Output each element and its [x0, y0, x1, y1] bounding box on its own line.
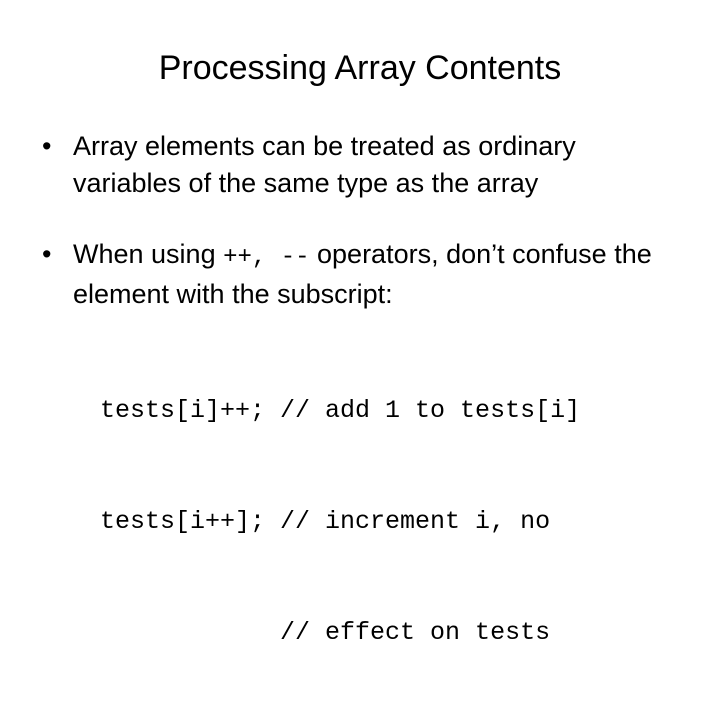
- bullet-point-icon: •: [42, 131, 52, 161]
- page-title: Processing Array Contents: [158, 49, 562, 87]
- code-line: // effect on tests: [100, 618, 551, 647]
- bullet-text-lead: When using: [73, 239, 224, 269]
- code-line: tests[i++]; // increment i, no: [100, 507, 551, 536]
- inline-code-operators: ++, --: [223, 244, 310, 271]
- slide: Processing Array Contents • Array elemen…: [0, 0, 720, 647]
- list-item: • When using ++, -- operators, don’t con…: [40, 236, 688, 313]
- code-line: tests[i]++; // add 1 to tests[i]: [100, 396, 581, 425]
- code-example-block: tests[i]++; // add 1 to tests[i] tests[i…: [100, 318, 580, 725]
- list-item: • Array elements can be treated as ordin…: [40, 128, 688, 202]
- bullet-text-array-elements: Array elements can be treated as ordinar…: [73, 131, 576, 198]
- slide-body: • Array elements can be treated as ordin…: [40, 128, 688, 313]
- bullet-point-icon: •: [42, 239, 52, 269]
- bullet-text-increment-operators: When using ++, -- operators, don’t confu…: [73, 236, 688, 313]
